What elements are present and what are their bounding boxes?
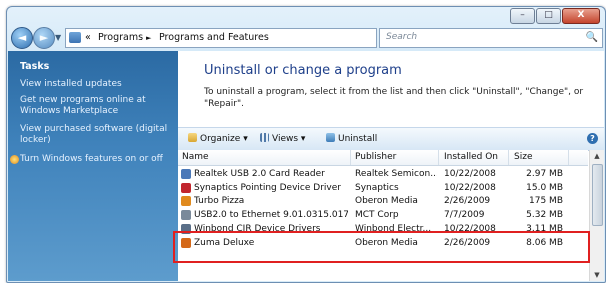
column-installed-on[interactable]: Installed On <box>444 152 498 162</box>
tasks-heading: Tasks <box>20 61 50 72</box>
address-bar[interactable]: « Programs ► Programs and Features ▼ ↻ <box>65 28 431 48</box>
column-divider[interactable] <box>568 150 569 165</box>
organize-label: Organize <box>200 134 241 144</box>
program-icon <box>181 196 191 206</box>
program-icon <box>181 169 191 179</box>
scroll-thumb[interactable] <box>592 164 603 226</box>
table-header: Name Publisher Installed On Size <box>178 150 588 166</box>
organize-dropdown-icon: ▾ <box>243 134 248 144</box>
selection-highlight-box <box>173 231 590 263</box>
close-button[interactable]: X <box>562 8 600 24</box>
program-name: Turbo Pizza <box>194 196 245 206</box>
program-size: 2.97 MB <box>526 169 563 179</box>
page-description: To uninstall a program, select it from t… <box>204 87 584 109</box>
back-arrow-icon: ◄ <box>17 31 27 44</box>
task-view-installed-updates[interactable]: View installed updates <box>20 79 170 90</box>
vertical-scrollbar[interactable]: ▲ ▼ <box>589 150 604 281</box>
minimize-button[interactable]: – <box>510 8 535 24</box>
organize-button[interactable]: Organize ▾ <box>188 133 248 144</box>
views-button[interactable]: Views ▾ <box>260 133 305 144</box>
column-publisher[interactable]: Publisher <box>355 152 396 162</box>
command-bar: Organize ▾ Views ▾ Uninstall ? <box>178 127 604 151</box>
program-icon <box>181 210 191 220</box>
column-divider[interactable] <box>350 150 351 165</box>
table-row[interactable]: Turbo Pizza Oberon Media 2/26/2009 175 M… <box>178 195 588 207</box>
program-installed-on: 10/22/2008 <box>444 169 496 179</box>
table-row[interactable]: Realtek USB 2.0 Card Reader Realtek Semi… <box>178 168 588 180</box>
column-name[interactable]: Name <box>182 152 209 162</box>
recent-pages-dropdown[interactable]: ▼ <box>55 33 61 42</box>
program-installed-on: 2/26/2009 <box>444 196 491 206</box>
views-label: Views <box>272 134 299 144</box>
views-icon <box>260 133 269 142</box>
column-size[interactable]: Size <box>514 152 532 162</box>
title-bar: – □ X <box>7 7 605 24</box>
search-input[interactable]: Search <box>386 32 417 42</box>
uninstall-icon <box>326 133 335 142</box>
control-panel-icon <box>69 32 81 43</box>
address-row: ◄ ► ▼ « Programs ► Programs and Features… <box>7 24 605 50</box>
program-size: 175 MB <box>529 196 563 206</box>
back-button[interactable]: ◄ <box>11 27 33 49</box>
forward-button[interactable]: ► <box>33 27 55 49</box>
program-installed-on: 10/22/2008 <box>444 183 496 193</box>
program-name: USB2.0 to Ethernet 9.01.0315.0171 <box>194 210 348 220</box>
windows-features-shield-icon <box>10 155 19 164</box>
program-publisher: MCT Corp <box>355 210 399 220</box>
table-row[interactable]: Synaptics Pointing Device Driver Synapti… <box>178 182 588 194</box>
search-box[interactable]: Search 🔍 <box>379 28 603 48</box>
program-name: Realtek USB 2.0 Card Reader <box>194 169 325 179</box>
breadcrumb-overflow[interactable]: « <box>85 32 91 43</box>
program-name: Synaptics Pointing Device Driver <box>194 183 341 193</box>
task-get-new-programs[interactable]: Get new programs online at Windows Marke… <box>20 95 170 117</box>
views-dropdown-icon: ▾ <box>300 134 306 144</box>
breadcrumb-programs[interactable]: Programs <box>98 32 143 43</box>
task-turn-windows-features-label: Turn Windows features on or off <box>20 154 163 164</box>
search-icon[interactable]: 🔍 <box>586 32 598 43</box>
organize-icon <box>188 133 197 142</box>
breadcrumb-programs-and-features[interactable]: Programs and Features <box>159 32 269 43</box>
tasks-pane: Tasks View installed updates Get new pro… <box>8 51 178 281</box>
page-title: Uninstall or change a program <box>204 63 402 78</box>
program-publisher: Realtek Semicon... <box>355 169 437 179</box>
scroll-up-icon[interactable]: ▲ <box>590 150 604 162</box>
program-publisher: Oberon Media <box>355 196 418 206</box>
window-controls: – □ X <box>509 8 600 24</box>
task-turn-windows-features[interactable]: Turn Windows features on or off <box>10 154 170 165</box>
breadcrumb-separator-icon[interactable]: ► <box>146 34 151 42</box>
maximize-button[interactable]: □ <box>536 8 561 24</box>
column-divider[interactable] <box>508 150 509 165</box>
uninstall-button[interactable]: Uninstall <box>326 133 377 144</box>
program-publisher: Synaptics <box>355 183 399 193</box>
task-view-purchased-software[interactable]: View purchased software (digital locker) <box>20 124 170 146</box>
forward-arrow-icon: ► <box>39 31 49 44</box>
column-divider[interactable] <box>438 150 439 165</box>
program-size: 5.32 MB <box>526 210 563 220</box>
program-size: 15.0 MB <box>526 183 563 193</box>
help-icon[interactable]: ? <box>587 133 598 144</box>
scroll-down-icon[interactable]: ▼ <box>590 269 604 281</box>
uninstall-label: Uninstall <box>338 134 378 144</box>
program-icon <box>181 183 191 193</box>
programs-and-features-window: – □ X ◄ ► ▼ « Programs ► Programs and Fe… <box>6 6 606 283</box>
table-row[interactable]: USB2.0 to Ethernet 9.01.0315.0171 MCT Co… <box>178 209 588 221</box>
program-installed-on: 7/7/2009 <box>444 210 485 220</box>
